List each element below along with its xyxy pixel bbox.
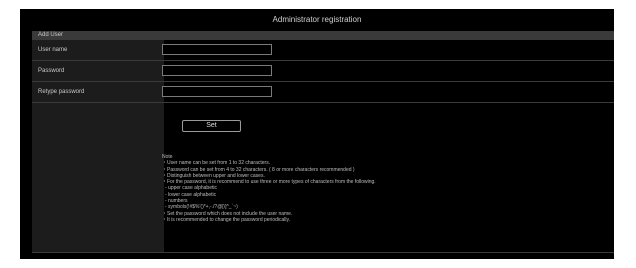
note-block: Note ・User name can be set from 1 to 32 … [162, 154, 602, 223]
password-row: Password [32, 61, 614, 82]
retype-password-row: Retype password [32, 82, 614, 103]
section-header-add-user: Add User [32, 31, 614, 40]
retype-password-label: Retype password [38, 89, 85, 95]
user-name-label: User name [38, 47, 68, 53]
password-input[interactable] [162, 65, 272, 76]
admin-registration-panel: Administrator registration Add User User… [20, 9, 614, 259]
section-divider [32, 252, 614, 253]
password-label: Password [38, 68, 65, 74]
page-title: Administrator registration [272, 15, 362, 24]
note-line: ・It is recommended to change the passwor… [162, 216, 291, 223]
set-button[interactable]: Set [182, 120, 241, 132]
user-name-input[interactable] [162, 44, 272, 55]
retype-password-input[interactable] [162, 86, 272, 97]
user-name-row: User name [32, 40, 614, 61]
